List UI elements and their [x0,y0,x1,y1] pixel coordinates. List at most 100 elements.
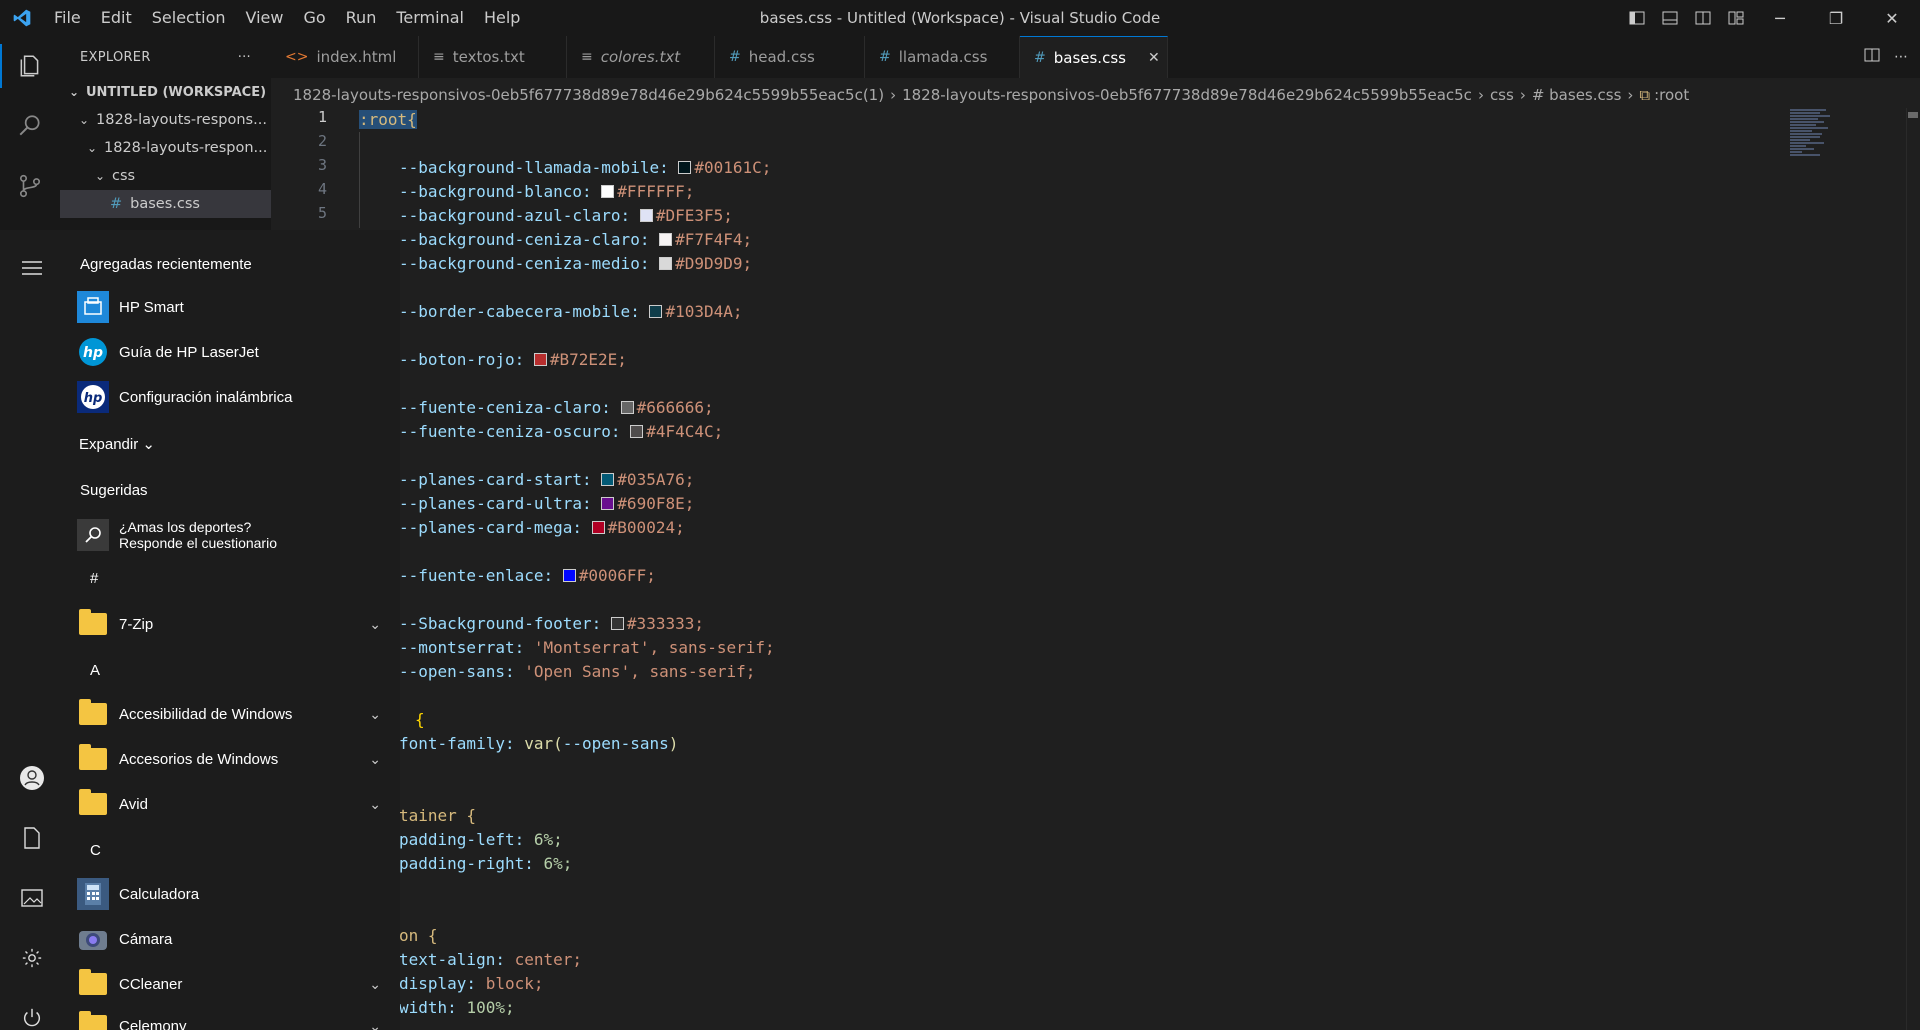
breadcrumb-item[interactable]: 1828-layouts-responsivos-0eb5f677738d89e… [902,86,1472,104]
restore-icon[interactable]: ❐ [1808,0,1864,36]
app-label: 7-Zip [119,615,154,633]
color-swatch[interactable] [601,473,615,486]
breadcrumb-item[interactable]: css [1490,86,1514,104]
color-swatch[interactable] [620,401,634,414]
activity-bar [0,36,60,230]
app-accesorios[interactable]: Accesorios de Windows ⌄ [77,739,387,779]
color-swatch[interactable] [659,233,673,246]
css-file-icon: # [879,49,891,65]
menu-help[interactable]: Help [474,0,530,36]
vertical-scrollbar[interactable] [1906,108,1920,1030]
color-swatch[interactable] [601,185,615,198]
color-swatch[interactable] [601,497,615,510]
menu-terminal[interactable]: Terminal [386,0,474,36]
power-icon[interactable] [14,1000,50,1030]
color-swatch[interactable] [610,617,624,630]
color-swatch[interactable] [591,521,605,534]
minimap[interactable] [1790,108,1838,198]
customize-layout-icon[interactable] [1719,0,1752,36]
search-icon[interactable] [0,96,60,156]
app-celemony[interactable]: Celemony ⌄ [77,1006,387,1030]
settings-gear-icon[interactable] [14,940,50,976]
workspace-root[interactable]: ⌄ UNTITLED (WORKSPACE) [60,78,271,106]
letter-header[interactable]: A [90,662,100,679]
app-hp-smart[interactable]: HP Smart [77,287,387,327]
breadcrumb-item[interactable]: 1828-layouts-responsivos-0eb5f677738d89e… [293,86,884,104]
color-swatch[interactable] [533,353,547,366]
close-window-icon[interactable]: ✕ [1864,0,1920,36]
menu-run[interactable]: Run [336,0,387,36]
toggle-secondary-sidebar-icon[interactable] [1686,0,1719,36]
menu-selection[interactable]: Selection [142,0,236,36]
svg-text:hp: hp [84,391,103,406]
vscode-logo-icon [0,0,44,36]
tab-colores-txt[interactable]: ≡ colores.txt [567,36,715,78]
color-swatch[interactable] [659,257,673,270]
hamburger-icon[interactable] [14,250,50,286]
split-editor-icon[interactable] [1864,47,1880,67]
app-guia-hp-laserjet[interactable]: hp Guía de HP LaserJet [77,332,387,372]
variable-name: --background-llamada-mobile: [399,158,679,177]
breadcrumb-item[interactable]: # bases.css [1532,86,1622,104]
tree-folder-css[interactable]: ⌄ css [60,162,271,190]
tab-llamada-css[interactable]: # llamada.css [865,36,1020,78]
expand-button[interactable]: Expandir ⌄ [79,435,155,453]
breadcrumb-item[interactable]: :root [1654,86,1689,104]
chevron-down-icon: ⌄ [94,169,106,183]
app-calculadora[interactable]: Calculadora [77,874,387,914]
more-actions-icon[interactable]: ⋯ [1894,49,1908,65]
color-swatch[interactable] [562,569,576,582]
tab-head-css[interactable]: # head.css [715,36,865,78]
documents-icon[interactable] [14,820,50,856]
editor-actions: ⋯ [1864,36,1920,78]
app-7zip[interactable]: 7-Zip ⌄ [77,604,387,644]
app-accesibilidad[interactable]: Accesibilidad de Windows ⌄ [77,694,387,734]
suggestion-quiz[interactable]: ¿Amas los deportes? Responde el cuestion… [77,512,387,558]
app-camara[interactable]: Cámara [77,919,387,959]
code-line: padding-right: 6%; [399,852,572,876]
menu-go[interactable]: Go [293,0,335,36]
app-ccleaner[interactable]: CCleaner ⌄ [77,964,387,1004]
tab-index-html[interactable]: <> index.html [271,36,419,78]
color-swatch[interactable] [639,209,653,222]
menu-view[interactable]: View [236,0,294,36]
tree-folder-label: 1828-layouts-respons... [96,112,267,128]
menu-file[interactable]: File [44,0,91,36]
toggle-panel-icon[interactable] [1653,0,1686,36]
tab-textos-txt[interactable]: ≡ textos.txt [419,36,567,78]
css-file-icon: # [729,49,741,65]
app-label: Avid [119,795,148,813]
code-editor[interactable]: :root{ --background-llamada-mobile: #001… [339,108,1779,1030]
tree-folder-2[interactable]: ⌄ 1828-layouts-respon... [60,134,271,162]
tab-bases-css[interactable]: # bases.css ✕ [1020,36,1168,78]
pictures-icon[interactable] [14,880,50,916]
scroll-thumb[interactable] [1908,112,1918,118]
html-file-icon: <> [285,49,309,65]
minimize-icon[interactable]: ─ [1752,0,1808,36]
workspace-label: UNTITLED (WORKSPACE) [86,84,267,100]
color-swatch[interactable] [630,425,644,438]
color-swatch[interactable] [649,305,663,318]
close-tab-icon[interactable]: ✕ [1148,50,1160,66]
color-swatch[interactable] [678,161,692,174]
letter-header[interactable]: C [90,842,101,859]
letter-header[interactable]: # [90,570,98,587]
app-avid[interactable]: Avid ⌄ [77,784,387,824]
code-line: --background-azul-claro: #DFE3F5; [399,204,733,228]
toggle-sidebar-icon[interactable] [1620,0,1653,36]
variable-name: --background-azul-claro: [399,206,640,225]
more-actions-icon[interactable]: ··· [238,50,251,65]
camera-icon [77,923,109,955]
explorer-icon[interactable] [0,36,60,96]
app-label: CCleaner [119,975,183,993]
tree-folder-1[interactable]: ⌄ 1828-layouts-respons... [60,106,271,134]
function: ) [668,734,679,753]
code-line: text-align: center; [399,948,582,972]
user-avatar-icon[interactable] [14,760,50,796]
menu-edit[interactable]: Edit [91,0,142,36]
variable-value: #FFFFFF; [617,182,695,201]
variable-value: #690F8E; [617,494,695,513]
tree-file-bases-css[interactable]: # bases.css [60,190,271,218]
app-configuracion-inalambrica[interactable]: hp Configuración inalámbrica [77,377,387,417]
source-control-icon[interactable] [0,156,60,216]
